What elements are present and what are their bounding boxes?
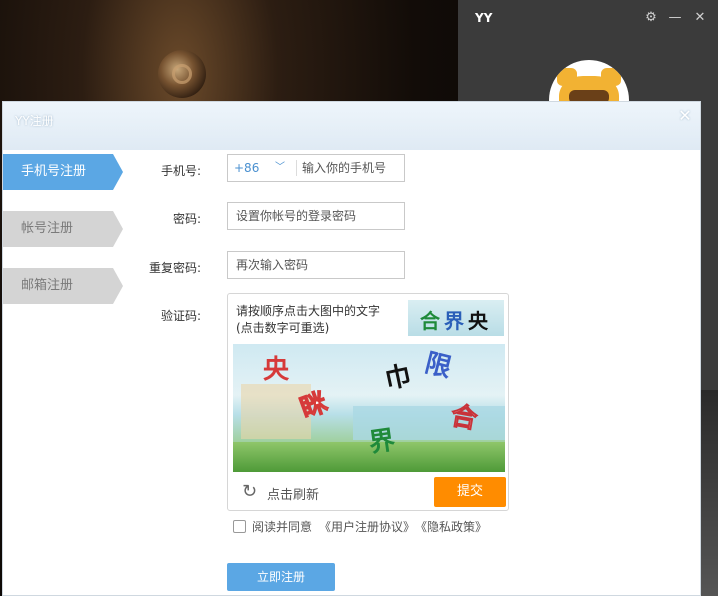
captcha-submit-button[interactable]: 提交 [434,477,506,507]
captcha-image[interactable]: 央 巾 限 眯 合 界 [233,344,505,472]
captcha-char[interactable]: 央 [263,356,289,384]
captcha-instruction-line1: 请按顺序点击大图中的文字 [236,304,381,318]
captcha-char[interactable]: 合 [448,400,480,435]
captcha-instruction-line2: (点击数字可重选) [236,321,330,335]
dialog-close-icon[interactable]: ✕ [678,108,692,124]
tab-account-register[interactable]: 帐号注册 [3,211,123,247]
chevron-down-icon[interactable]: ﹀ [275,155,285,181]
background-edge [700,390,718,596]
password-label: 密码: [172,212,201,226]
yy-app-title: YY [475,11,493,25]
repeat-password-label: 重复密码: [148,261,201,275]
phone-field[interactable]: +86 ﹀ 输入你的手机号 [227,154,405,182]
captcha-target-chars[interactable]: 合 界 央 [408,300,504,336]
agree-checkbox[interactable] [233,520,246,533]
dialog-header: YY注册 ✕ [3,102,700,150]
phone-label: 手机号: [160,164,201,178]
dialog-title: YY注册 [15,114,54,128]
terms-link[interactable]: 《用户注册协议》 [319,518,415,535]
agree-text: 阅读并同意 [252,520,313,534]
refresh-captcha-link[interactable]: 点击刷新 [267,484,319,503]
country-code-select[interactable]: +86 [234,155,259,181]
captcha-label: 验证码: [160,309,201,323]
captcha-target-char[interactable]: 央 [468,305,488,334]
settings-icon[interactable]: ⚙ [643,10,659,26]
privacy-link[interactable]: 《隐私政策》 [415,518,487,535]
tab-phone-register[interactable]: 手机号注册 [3,154,123,190]
captcha-char[interactable]: 巾 [382,361,414,396]
background-decoration-ring [172,64,192,84]
captcha-char[interactable]: 界 [367,425,397,458]
tab-email-register[interactable]: 邮箱注册 [3,268,123,304]
refresh-icon[interactable]: ↻ [242,482,262,502]
captcha-panel: 请按顺序点击大图中的文字 (点击数字可重选) 合 界 央 央 巾 限 眯 合 界… [227,293,509,511]
minimize-icon[interactable]: — [667,10,683,26]
repeat-password-field[interactable]: 再次输入密码 [227,251,405,279]
register-dialog: YY注册 ✕ 手机号注册 帐号注册 邮箱注册 手机号: +86 ﹀ 输入你的手机… [2,101,701,596]
captcha-char[interactable]: 限 [422,348,455,383]
field-divider [296,160,297,176]
password-field[interactable]: 设置你帐号的登录密码 [227,202,405,230]
captcha-target-char[interactable]: 界 [444,305,464,334]
phone-placeholder: 输入你的手机号 [302,161,387,175]
register-button[interactable]: 立即注册 [227,563,335,591]
captcha-target-char[interactable]: 合 [420,305,440,334]
close-icon[interactable]: ✕ [692,10,708,26]
captcha-instruction: 请按顺序点击大图中的文字 (点击数字可重选) [236,303,380,337]
